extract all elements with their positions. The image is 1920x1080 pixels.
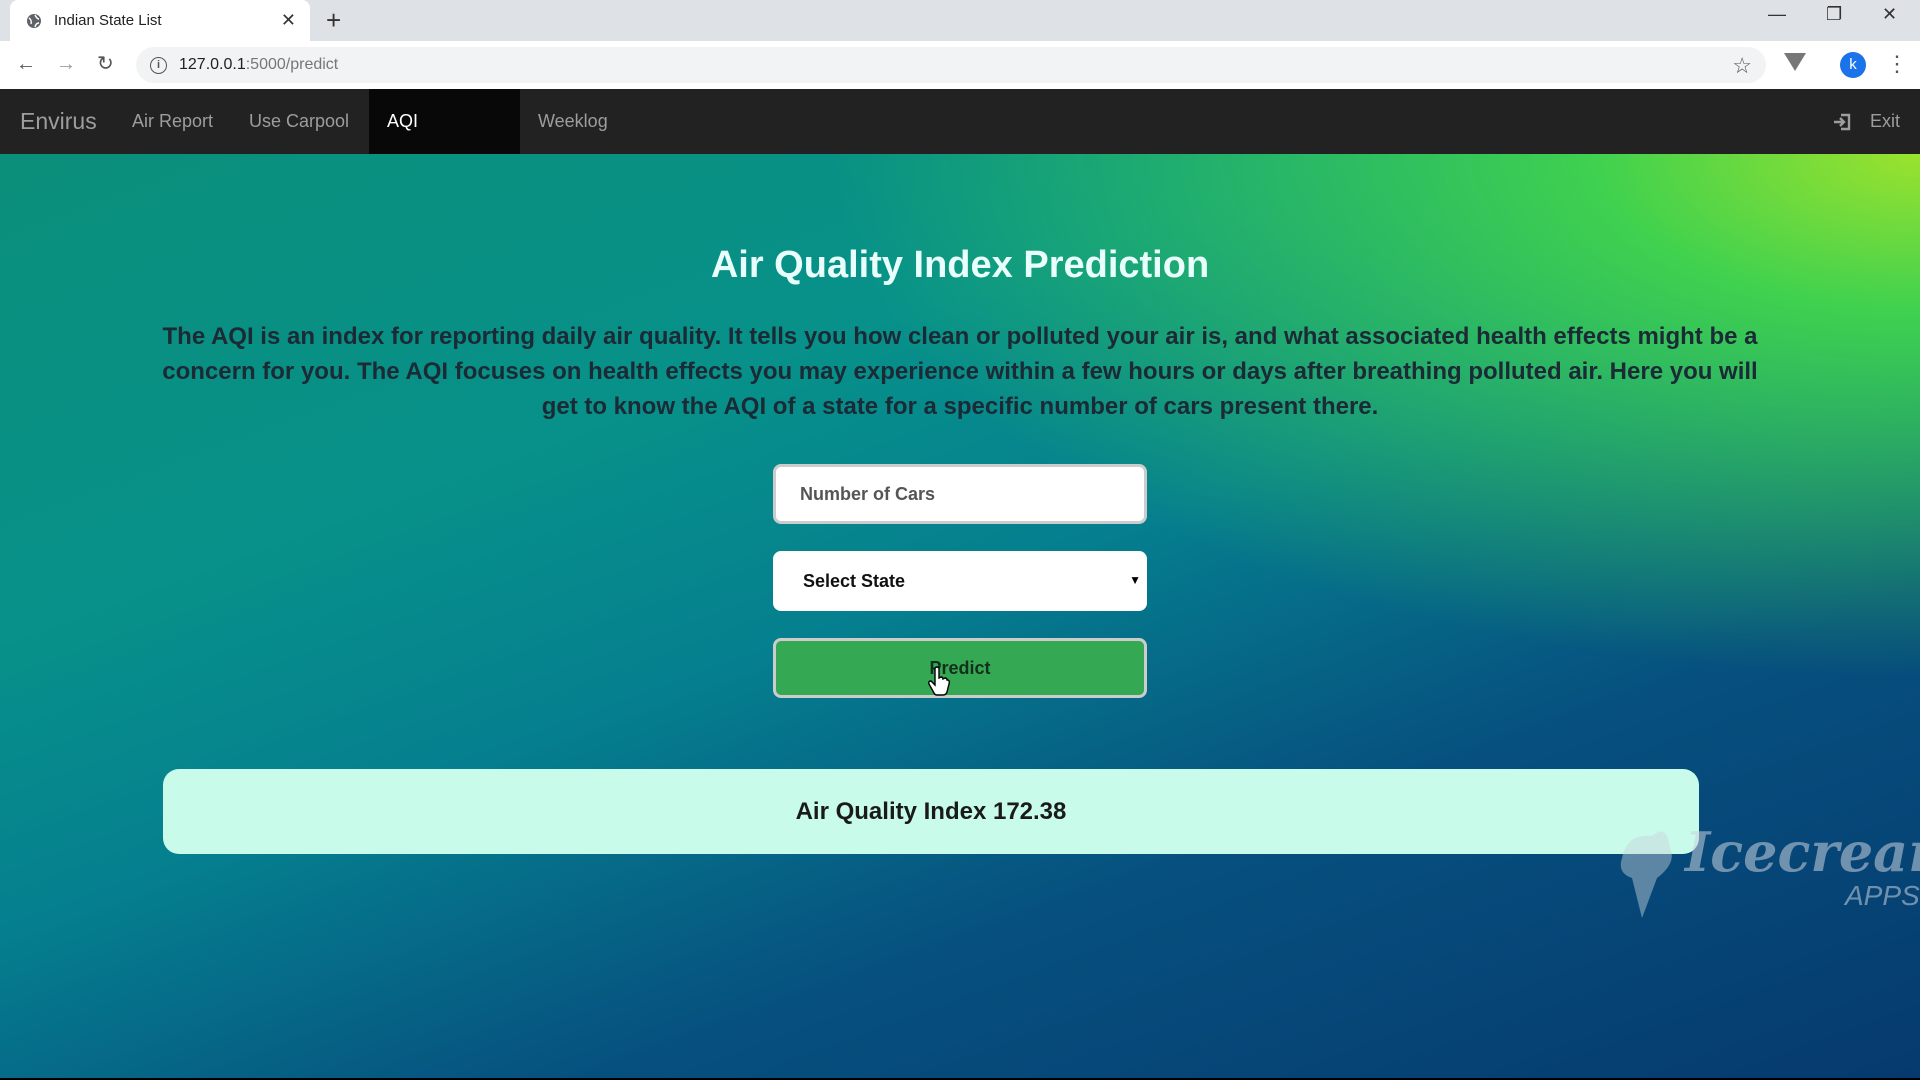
url-text[interactable]: 127.0.0.1:5000/predict (179, 56, 338, 74)
number-of-cars-input[interactable] (773, 464, 1147, 524)
extension-icon[interactable] (1784, 53, 1806, 71)
profile-avatar[interactable]: k (1840, 52, 1866, 78)
nav-link-weeklog[interactable]: Weeklog (520, 89, 626, 154)
url-path: :5000/predict (245, 56, 339, 73)
new-tab-button[interactable]: + (326, 6, 341, 34)
watermark-sub: APPS (1845, 880, 1920, 911)
back-arrow-icon[interactable]: ← (16, 53, 36, 75)
bookmark-star-icon[interactable]: ☆ (1732, 53, 1752, 79)
log-in-icon (1833, 113, 1851, 130)
exit-link[interactable]: Exit (1832, 89, 1900, 154)
browser-menu-icon[interactable]: ⋮ (1886, 51, 1908, 77)
window-minimize-icon[interactable]: — (1768, 4, 1786, 25)
dropdown-caret-icon: ▼ (1129, 573, 1141, 587)
address-toolbar: ← → ↻ i 127.0.0.1:5000/predict ☆ k ⋮ (0, 41, 1920, 90)
forward-arrow-icon[interactable]: → (56, 53, 76, 75)
reload-icon[interactable]: ↻ (97, 53, 114, 75)
hand-pointer-cursor-icon (928, 666, 950, 696)
url-host: 127.0.0.1 (179, 56, 246, 73)
site-info-icon[interactable]: i (150, 56, 167, 74)
nav-link-aqi-prediction[interactable]: AQI Prediction (369, 89, 520, 196)
browser-tab-strip: Indian State List ✕ + — ❐ ✕ (0, 0, 1920, 41)
state-select-value: Select State (803, 570, 906, 591)
window-restore-icon[interactable]: ❐ (1826, 4, 1842, 25)
brand-logo[interactable]: Envirus (20, 89, 97, 154)
main-content: Air Quality Index Prediction The AQI is … (0, 154, 1920, 1078)
globe-icon (27, 13, 41, 28)
browser-tab[interactable]: Indian State List ✕ (10, 0, 310, 41)
nav-link-use-carpool[interactable]: Use Carpool (231, 89, 367, 154)
tab-close-icon[interactable]: ✕ (281, 11, 296, 29)
nav-link-air-report[interactable]: Air Report (114, 89, 231, 154)
aqi-result-box: Air Quality Index 172.38 (163, 769, 1699, 854)
exit-label: Exit (1869, 111, 1900, 131)
aqi-description: The AQI is an index for reporting daily … (162, 323, 1758, 420)
window-close-icon[interactable]: ✕ (1882, 4, 1897, 25)
app-navbar: Envirus Air Report Use Carpool AQI Predi… (0, 89, 1920, 196)
page-title: Air Quality Index Prediction (710, 244, 1210, 286)
state-select[interactable]: Select State ▼ (773, 551, 1147, 611)
predict-button[interactable]: Predict (773, 638, 1147, 698)
url-bar[interactable]: i 127.0.0.1:5000/predict ☆ (136, 47, 1766, 83)
tab-title: Indian State List (54, 12, 162, 29)
watermark-text: Icecream (1685, 820, 1920, 884)
